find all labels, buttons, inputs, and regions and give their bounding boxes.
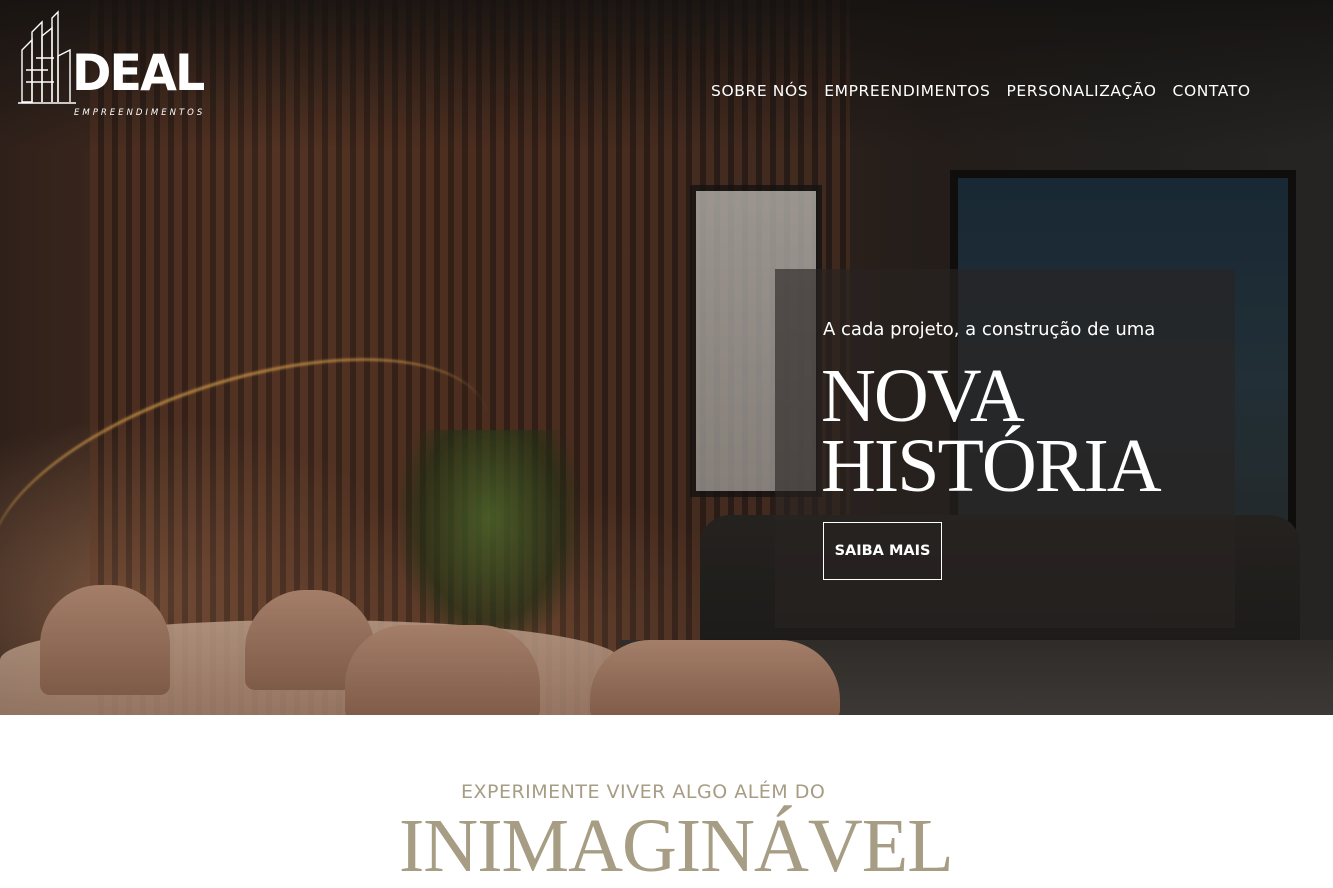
hero-headline-line2: HISTÓRIA [821, 424, 1162, 508]
intro-subtitle: EXPERIMENTE VIVER ALGO ALÉM DO [461, 781, 826, 803]
intro-title: INIMAGINÁVEL [399, 804, 954, 888]
logo-wordmark: DEAL [72, 44, 205, 102]
saiba-mais-button[interactable]: SAIBA MAIS [823, 522, 942, 580]
nav-item-personalizacao[interactable]: PERSONALIZAÇÃO [1001, 82, 1161, 100]
main-nav: SOBRE NÓS EMPREENDIMENTOS PERSONALIZAÇÃO… [706, 82, 1256, 100]
hero-headline: NOVA HISTÓRIA [821, 354, 1162, 508]
nav-item-sobre-nos[interactable]: SOBRE NÓS [706, 82, 813, 100]
hero-headline-line1: NOVA [821, 354, 1025, 438]
logo-tagline: EMPREENDIMENTOS [74, 108, 206, 118]
building-outline-logo-icon [18, 10, 76, 104]
hero-kicker: A cada projeto, a construção de uma [823, 319, 1156, 340]
nav-item-contato[interactable]: CONTATO [1168, 82, 1256, 100]
logo[interactable]: DEAL EMPREENDIMENTOS [18, 10, 205, 122]
nav-item-empreendimentos[interactable]: EMPREENDIMENTOS [819, 82, 995, 100]
hero-card: A cada projeto, a construção de uma NOVA… [775, 269, 1235, 628]
